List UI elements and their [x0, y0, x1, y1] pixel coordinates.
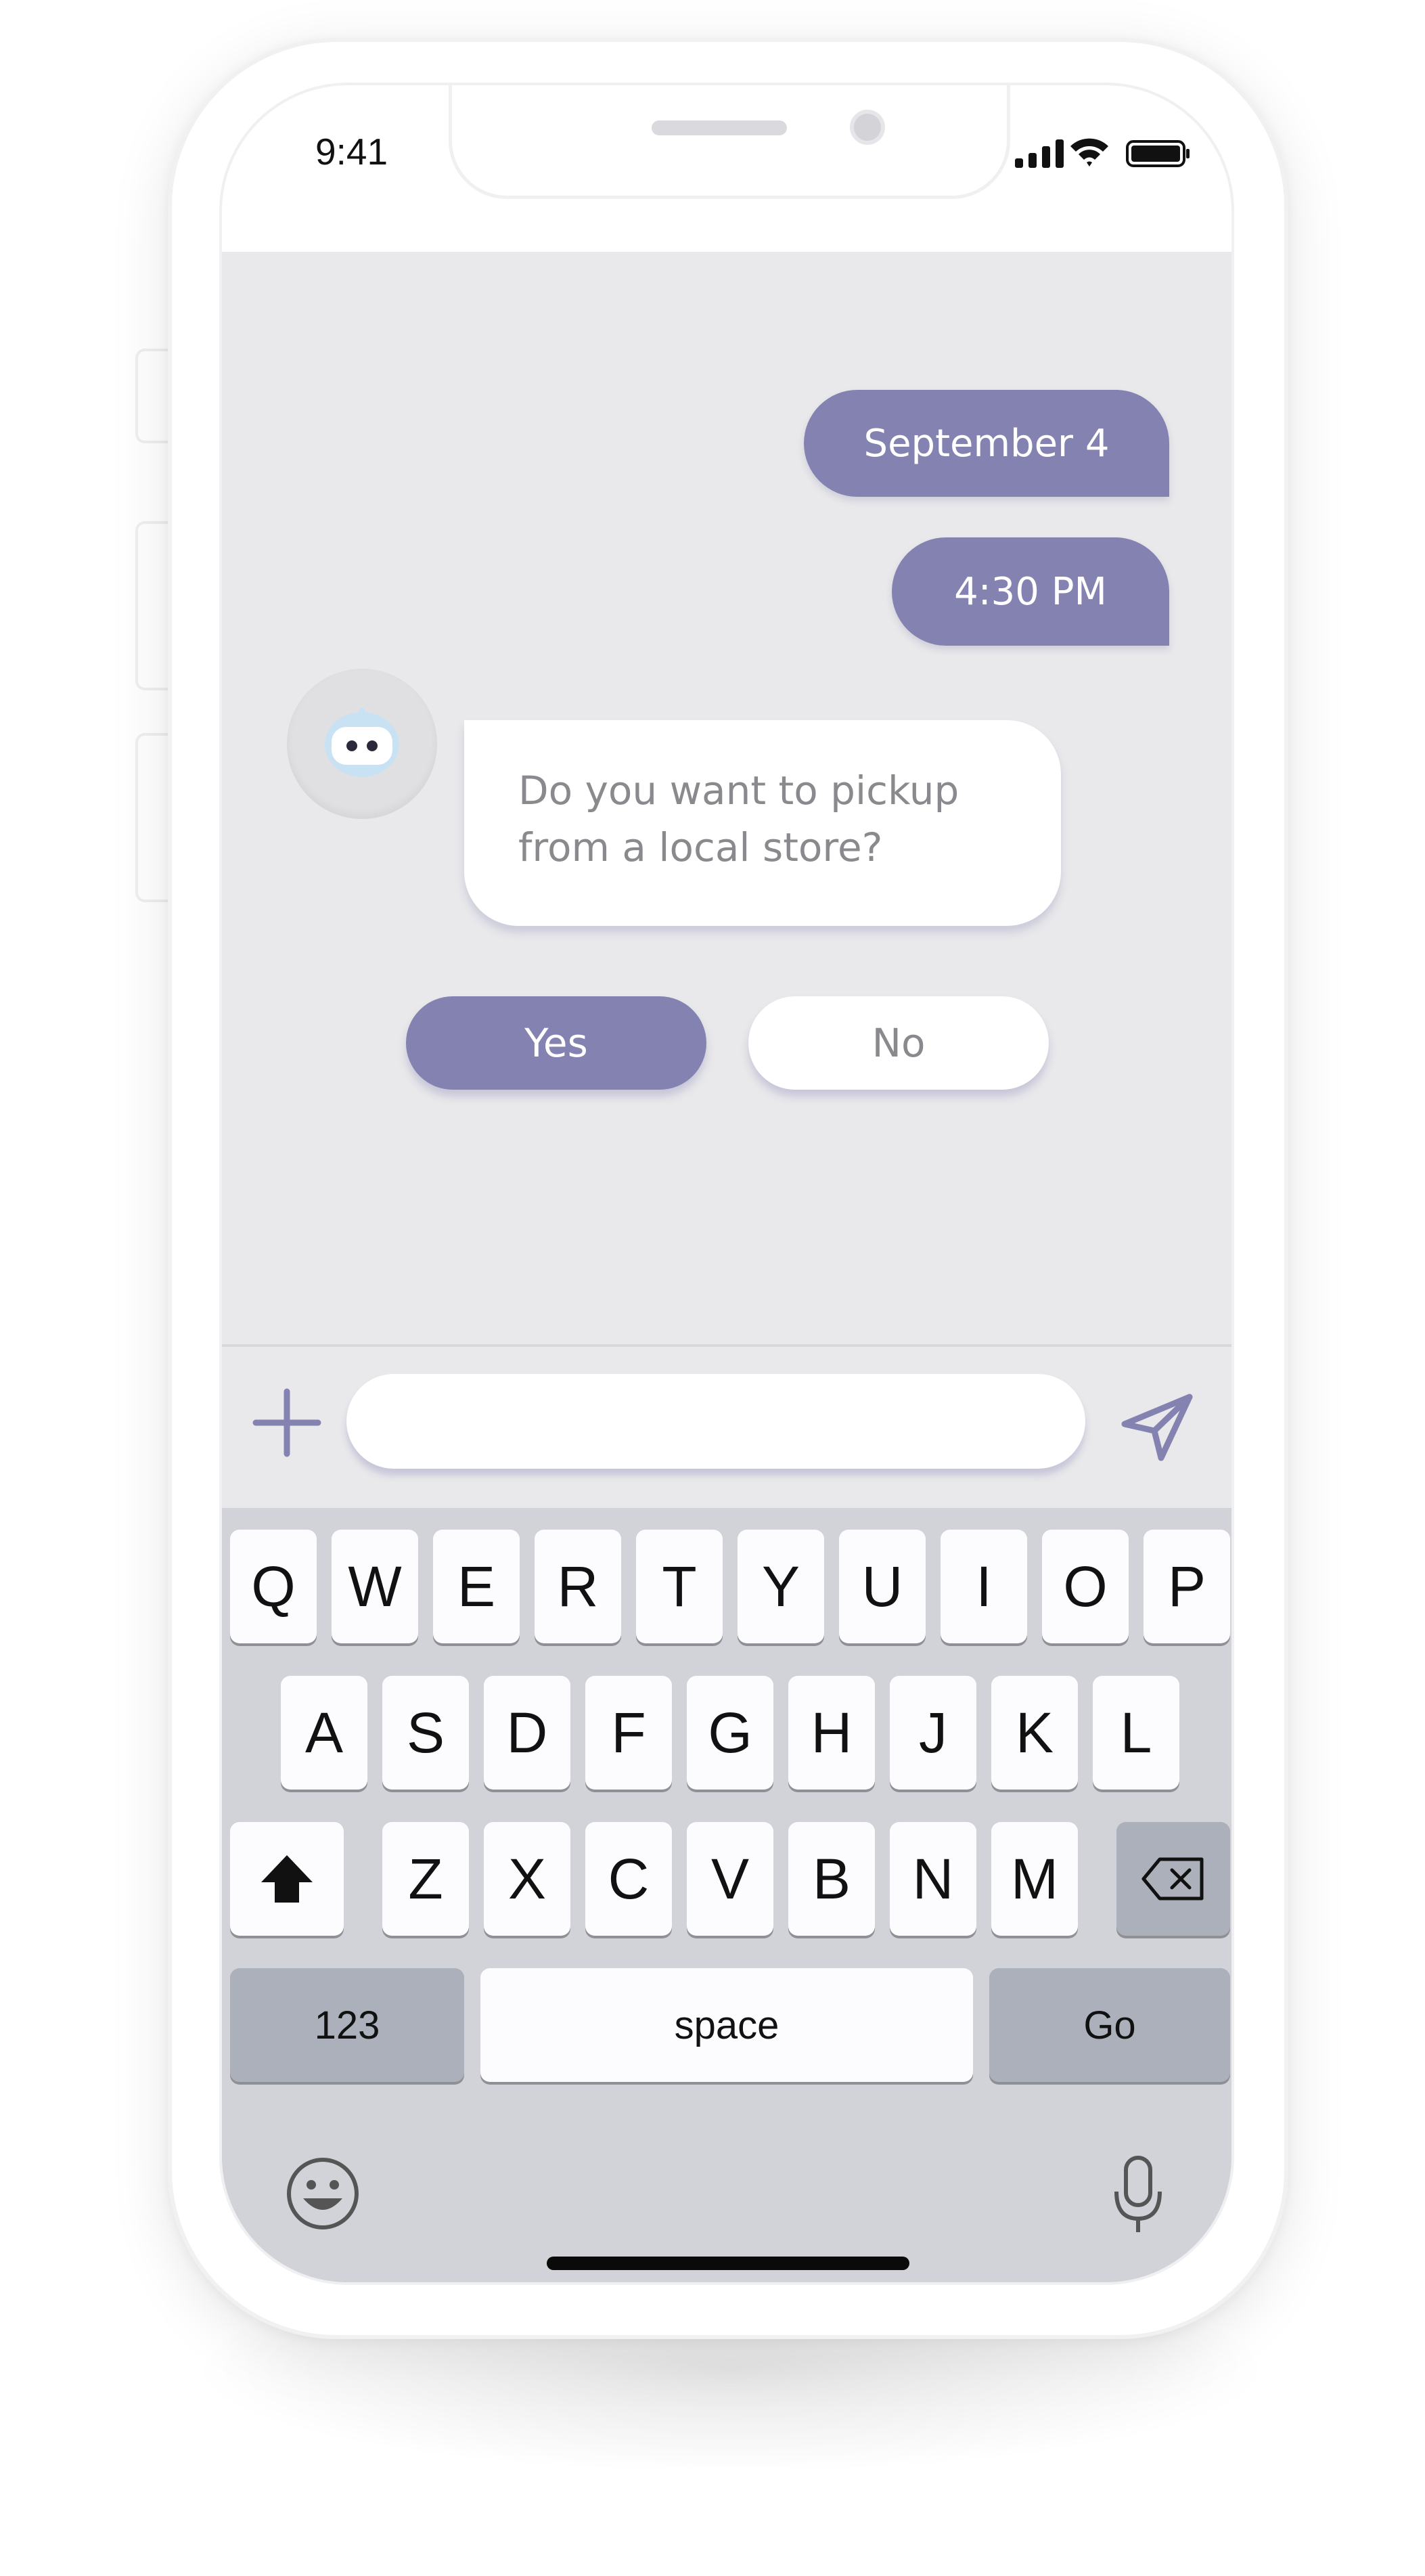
status-bar: 9:41 [222, 85, 1231, 252]
space-key[interactable]: space [480, 1968, 973, 2082]
key-a[interactable]: A [281, 1676, 367, 1790]
robot-icon [325, 708, 399, 777]
key-d[interactable]: D [484, 1676, 570, 1790]
microphone-icon[interactable] [1112, 2155, 1164, 2235]
key-h[interactable]: H [788, 1676, 875, 1790]
battery-icon [1126, 140, 1190, 167]
notch [449, 85, 1010, 199]
no-button[interactable]: No [748, 996, 1049, 1090]
key-z[interactable]: Z [382, 1822, 469, 1936]
delete-key[interactable] [1116, 1822, 1230, 1936]
key-f[interactable]: F [585, 1676, 672, 1790]
volume-up-button [135, 521, 171, 690]
emoji-icon[interactable] [286, 2156, 360, 2231]
phone-screen: 9:41 September 4 4:30 PM Do you want to … [219, 83, 1234, 2285]
key-j[interactable]: J [890, 1676, 976, 1790]
outgoing-message-date: September 4 [804, 390, 1169, 497]
key-r[interactable]: R [535, 1530, 621, 1643]
key-p[interactable]: P [1144, 1530, 1230, 1643]
shift-icon [261, 1855, 313, 1903]
key-u[interactable]: U [839, 1530, 926, 1643]
key-i[interactable]: I [941, 1530, 1027, 1643]
home-indicator [547, 2257, 909, 2270]
bot-message: Do you want to pickup from a local store… [464, 720, 1061, 926]
volume-down-button [135, 733, 171, 902]
message-composer [222, 1344, 1231, 1508]
key-k[interactable]: K [991, 1676, 1078, 1790]
message-input[interactable] [346, 1374, 1085, 1469]
status-time: 9:41 [315, 131, 388, 173]
key-o[interactable]: O [1042, 1530, 1129, 1643]
key-y[interactable]: Y [738, 1530, 824, 1643]
key-w[interactable]: W [332, 1530, 418, 1643]
key-g[interactable]: G [687, 1676, 773, 1790]
key-c[interactable]: C [585, 1822, 672, 1936]
key-x[interactable]: X [484, 1822, 570, 1936]
go-key[interactable]: Go [989, 1968, 1230, 2082]
keyboard: Q W E R T Y U I O P A S D F G H J K L Z … [222, 1508, 1231, 2282]
yes-button[interactable]: Yes [406, 996, 706, 1090]
speaker-grill [652, 120, 787, 135]
outgoing-message-time: 4:30 PM [892, 537, 1169, 646]
key-v[interactable]: V [687, 1822, 773, 1936]
key-n[interactable]: N [890, 1822, 976, 1936]
key-b[interactable]: B [788, 1822, 875, 1936]
send-icon[interactable] [1119, 1392, 1196, 1463]
front-camera [850, 110, 885, 145]
key-q[interactable]: Q [230, 1530, 317, 1643]
shift-key[interactable] [230, 1822, 344, 1936]
key-e[interactable]: E [433, 1530, 520, 1643]
cellular-signal-icon [1015, 138, 1064, 168]
key-t[interactable]: T [636, 1530, 723, 1643]
stage: 9:41 September 4 4:30 PM Do you want to … [0, 0, 1425, 2576]
key-m[interactable]: M [991, 1822, 1078, 1936]
wifi-icon [1070, 138, 1108, 166]
mute-switch [135, 349, 171, 443]
numbers-key[interactable]: 123 [230, 1968, 464, 2082]
key-s[interactable]: S [382, 1676, 469, 1790]
add-attachment-icon[interactable] [252, 1387, 322, 1458]
key-l[interactable]: L [1093, 1676, 1179, 1790]
bot-avatar [287, 669, 437, 819]
backspace-icon [1141, 1857, 1204, 1901]
